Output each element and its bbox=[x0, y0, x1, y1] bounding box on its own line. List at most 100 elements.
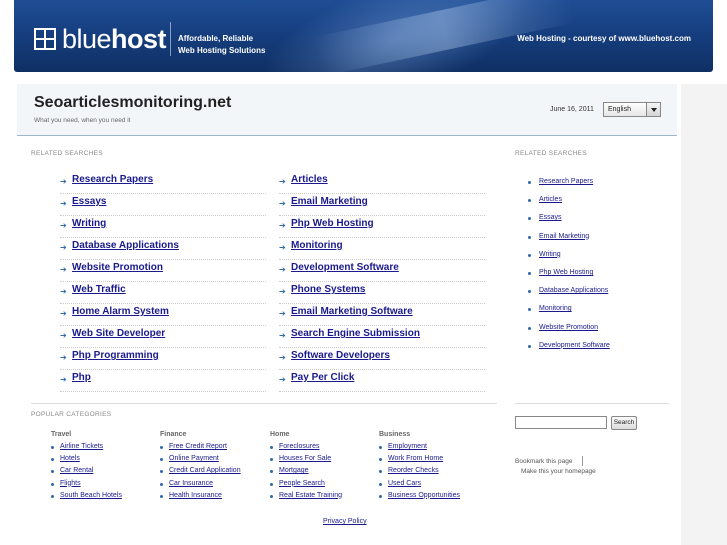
category-link[interactable]: Car Insurance bbox=[169, 480, 213, 487]
chevron-down-icon[interactable] bbox=[646, 103, 660, 116]
related-search-item[interactable]: ➔ Php bbox=[60, 370, 266, 392]
sidebar-related-link[interactable]: Email Marketing bbox=[539, 233, 589, 240]
bullet-icon bbox=[270, 458, 273, 462]
sidebar-related-link[interactable]: Php Web Hosting bbox=[539, 269, 593, 276]
related-search-link[interactable]: Phone Systems bbox=[291, 284, 365, 295]
related-search-item[interactable]: ➔ Monitoring bbox=[279, 238, 485, 260]
category-link[interactable]: South Beach Hotels bbox=[60, 492, 122, 499]
sidebar-related-link[interactable]: Writing bbox=[539, 251, 561, 258]
category-link[interactable]: Real Estate Training bbox=[279, 492, 342, 499]
category-link[interactable]: Free Credit Report bbox=[169, 443, 227, 450]
courtesy-text: Web Hosting - courtesy of www.bluehost.c… bbox=[517, 34, 691, 43]
related-search-item[interactable]: ➔ Pay Per Click bbox=[279, 370, 485, 392]
related-search-item[interactable]: ➔ Home Alarm System bbox=[60, 304, 266, 326]
category-link[interactable]: Airline Tickets bbox=[60, 443, 103, 450]
related-search-link[interactable]: Pay Per Click bbox=[291, 372, 354, 383]
related-search-link[interactable]: Home Alarm System bbox=[72, 306, 169, 317]
sidebar-related-link[interactable]: Research Papers bbox=[539, 178, 593, 185]
related-search-item[interactable]: ➔ Website Promotion bbox=[60, 260, 266, 282]
site-subtitle: What you need, when you need it bbox=[34, 117, 131, 124]
related-search-link[interactable]: Email Marketing bbox=[291, 196, 368, 207]
popular-categories-label: POPULAR CATEGORIES bbox=[31, 411, 112, 418]
bookmark-link[interactable]: Bookmark this page bbox=[515, 458, 572, 465]
sidebar-related-link[interactable]: Essays bbox=[539, 214, 562, 221]
bullet-icon bbox=[160, 482, 163, 486]
category-link[interactable]: People Search bbox=[279, 480, 325, 487]
bullet-icon bbox=[270, 482, 273, 486]
related-search-item[interactable]: ➔ Web Traffic bbox=[60, 282, 266, 304]
related-search-link[interactable]: Php bbox=[72, 372, 91, 383]
related-search-item[interactable]: ➔ Php Programming bbox=[60, 348, 266, 370]
category-link[interactable]: Car Rental bbox=[60, 467, 93, 474]
bluehost-logo-icon bbox=[34, 28, 56, 50]
bluehost-logo[interactable]: bluehost bbox=[62, 24, 167, 55]
category-link[interactable]: Credit Card Application bbox=[169, 467, 241, 474]
related-search-item[interactable]: ➔ Software Developers bbox=[279, 348, 485, 370]
related-search-link[interactable]: Website Promotion bbox=[72, 262, 163, 273]
category-link[interactable]: Reorder Checks bbox=[388, 467, 439, 474]
related-search-link[interactable]: Php Programming bbox=[72, 350, 159, 361]
bullet-icon bbox=[270, 446, 273, 449]
search-button[interactable]: Search bbox=[611, 416, 637, 430]
category-link[interactable]: Employment bbox=[388, 443, 427, 450]
related-search-item[interactable]: ➔ Research Papers bbox=[60, 172, 266, 194]
arrow-right-icon: ➔ bbox=[279, 353, 286, 362]
sidebar-related-link[interactable]: Articles bbox=[539, 196, 562, 203]
logo-text-bold: host bbox=[111, 24, 167, 54]
category-link[interactable]: Online Payment bbox=[169, 455, 219, 462]
related-search-item[interactable]: ➔ Development Software bbox=[279, 260, 485, 282]
related-search-item[interactable]: ➔ Php Web Hosting bbox=[279, 216, 485, 238]
category-link[interactable]: Health Insurance bbox=[169, 492, 222, 499]
related-search-item[interactable]: ➔ Email Marketing Software bbox=[279, 304, 485, 326]
sidebar-related-link[interactable]: Monitoring bbox=[539, 305, 572, 312]
homepage-link[interactable]: Make this your homepage bbox=[521, 468, 596, 475]
related-search-item[interactable]: ➔ Writing bbox=[60, 216, 266, 238]
related-search-item[interactable]: ➔ Web Site Developer bbox=[60, 326, 266, 348]
arrow-right-icon: ➔ bbox=[60, 177, 67, 186]
related-search-link[interactable]: Writing bbox=[72, 218, 106, 229]
sidebar-related-link[interactable]: Database Applications bbox=[539, 287, 608, 294]
category-link[interactable]: Hotels bbox=[60, 455, 80, 462]
related-search-item[interactable]: ➔ Essays bbox=[60, 194, 266, 216]
related-search-link[interactable]: Php Web Hosting bbox=[291, 218, 374, 229]
related-search-link[interactable]: Articles bbox=[291, 174, 328, 185]
related-search-item[interactable]: ➔ Search Engine Submission bbox=[279, 326, 485, 348]
category-link[interactable]: Business Opportunities bbox=[388, 492, 460, 499]
bullet-icon bbox=[51, 494, 54, 498]
related-search-link[interactable]: Essays bbox=[72, 196, 106, 207]
search-input[interactable] bbox=[515, 416, 607, 429]
category-link[interactable]: Work From Home bbox=[388, 455, 443, 462]
category-link[interactable]: Used Cars bbox=[388, 480, 421, 487]
category-link[interactable]: Mortgage bbox=[279, 467, 309, 474]
arrow-right-icon: ➔ bbox=[279, 265, 286, 274]
related-search-link[interactable]: Monitoring bbox=[291, 240, 343, 251]
related-search-link[interactable]: Web Site Developer bbox=[72, 328, 165, 339]
bullet-icon bbox=[379, 458, 382, 462]
related-search-link[interactable]: Database Applications bbox=[72, 240, 179, 251]
language-value: English bbox=[608, 106, 631, 113]
arrow-right-icon: ➔ bbox=[60, 309, 67, 318]
privacy-policy-link[interactable]: Privacy Policy bbox=[323, 518, 367, 525]
related-search-link[interactable]: Email Marketing Software bbox=[291, 306, 413, 317]
language-select[interactable]: English bbox=[603, 102, 661, 117]
site-header: Seoarticlesmonitoring.net What you need,… bbox=[17, 84, 677, 136]
related-search-link[interactable]: Research Papers bbox=[72, 174, 153, 185]
sidebar-related-link[interactable]: Website Promotion bbox=[539, 324, 598, 331]
related-search-link[interactable]: Software Developers bbox=[291, 350, 390, 361]
related-search-item[interactable]: ➔ Articles bbox=[279, 172, 485, 194]
related-search-link[interactable]: Development Software bbox=[291, 262, 399, 273]
bullet-icon bbox=[379, 482, 382, 486]
category-link[interactable]: Flights bbox=[60, 480, 81, 487]
bluehost-banner[interactable]: bluehost Affordable, Reliable Web Hostin… bbox=[14, 0, 713, 72]
related-search-item[interactable]: ➔ Email Marketing bbox=[279, 194, 485, 216]
related-search-link[interactable]: Web Traffic bbox=[72, 284, 126, 295]
bullet-icon bbox=[379, 470, 382, 474]
category-link[interactable]: Foreclosures bbox=[279, 443, 319, 450]
related-search-item[interactable]: ➔ Database Applications bbox=[60, 238, 266, 260]
category-link[interactable]: Houses For Sale bbox=[279, 455, 331, 462]
sidebar-related-link[interactable]: Development Software bbox=[539, 342, 610, 349]
related-search-item[interactable]: ➔ Phone Systems bbox=[279, 282, 485, 304]
related-search-link[interactable]: Search Engine Submission bbox=[291, 328, 420, 339]
bullet-icon bbox=[160, 446, 163, 449]
site-title: Seoarticlesmonitoring.net bbox=[34, 94, 232, 111]
